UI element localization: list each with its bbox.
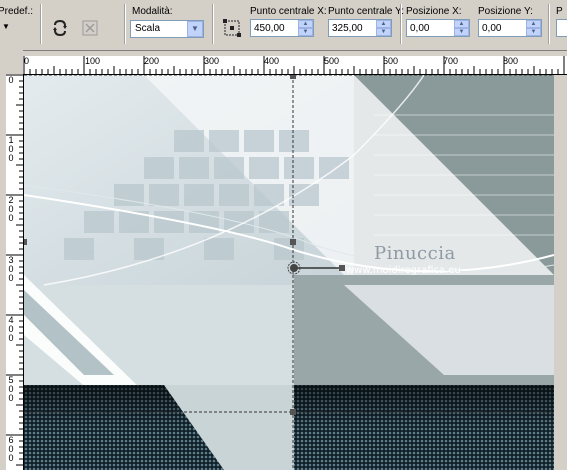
- ruler-ticks: [23, 56, 565, 74]
- ruler-label: 500: [324, 56, 340, 66]
- pos-x-label: Posizione X:: [406, 6, 462, 17]
- separator: [124, 4, 125, 44]
- ruler-label: 200: [144, 56, 160, 66]
- pos-y-field[interactable]: ▲▼: [478, 19, 542, 37]
- ruler-label: 1 0 0: [8, 135, 14, 163]
- center-y-field[interactable]: ▲▼: [328, 19, 392, 37]
- ruler-label: 700: [443, 56, 459, 66]
- pivot-point[interactable]: [290, 264, 298, 272]
- pos-x-input[interactable]: [407, 20, 456, 36]
- pos-x-field[interactable]: ▲▼: [406, 19, 470, 37]
- separator: [40, 4, 41, 44]
- separator: [212, 4, 213, 44]
- transform-handle[interactable]: [290, 75, 296, 79]
- preset-label: Predef.:: [0, 6, 34, 17]
- trailing-field[interactable]: [556, 19, 567, 37]
- ruler-label: 100: [85, 56, 101, 66]
- ruler-corner: [0, 50, 23, 66]
- center-x-label: Punto centrale X:: [250, 6, 327, 17]
- trailing-label: P: [556, 6, 563, 17]
- spin-up-icon[interactable]: ▲: [526, 20, 541, 28]
- spin-down-icon[interactable]: ▼: [376, 28, 391, 36]
- spin-down-icon[interactable]: ▼: [298, 28, 313, 36]
- center-y-label: Punto centrale Y:: [328, 6, 404, 17]
- ruler-label: 5 0 0: [8, 375, 14, 403]
- vertical-ruler: 0 1 0 0 2 0 0 3 0 0 4 0 0 5 0 0 6 0 0: [6, 74, 24, 470]
- transform-handle[interactable]: [290, 239, 296, 245]
- ruler-label: 3 0 0: [8, 255, 14, 283]
- artwork: [24, 75, 554, 470]
- separator: [400, 4, 401, 44]
- mode-label: Modalità:: [132, 6, 173, 17]
- image-canvas[interactable]: Pinuccia www.moidiregrafica.eu: [24, 75, 554, 470]
- spin-down-icon[interactable]: ▼: [454, 28, 469, 36]
- spin-up-icon[interactable]: ▲: [454, 20, 469, 28]
- ruler-label: 800: [503, 56, 519, 66]
- rotation-handle[interactable]: [339, 265, 345, 271]
- ruler-label: 300: [204, 56, 220, 66]
- mode-select[interactable]: Scala ▼: [130, 20, 204, 38]
- watermark-title: Pinuccia: [374, 243, 456, 264]
- preset-dropdown-arrow[interactable]: ▼: [2, 22, 10, 31]
- ruler-label: 0: [24, 56, 30, 66]
- pos-y-label: Posizione Y:: [478, 6, 533, 17]
- ruler-label: 6 0 0: [8, 435, 14, 463]
- cancel-transform-icon[interactable]: [80, 18, 100, 38]
- center-y-input[interactable]: [329, 20, 378, 36]
- ruler-label: 0: [8, 75, 14, 85]
- pos-y-input[interactable]: [479, 20, 528, 36]
- spin-down-icon[interactable]: ▼: [526, 28, 541, 36]
- mode-select-value: Scala: [135, 23, 161, 34]
- transform-handle[interactable]: [24, 239, 27, 245]
- toolbar: Predef.: ▼ Modalità: Scala ▼ Punto centr…: [0, 0, 567, 51]
- center-x-input[interactable]: [251, 20, 300, 36]
- vertical-scrollbar[interactable]: [554, 75, 567, 470]
- ruler-label: 4 0 0: [8, 315, 14, 343]
- center-x-field[interactable]: ▲▼: [250, 19, 314, 37]
- spin-up-icon[interactable]: ▲: [376, 20, 391, 28]
- transform-handle[interactable]: [290, 409, 296, 415]
- ruler-label: 600: [383, 56, 399, 66]
- ruler-label: 2 0 0: [8, 195, 14, 223]
- spin-up-icon[interactable]: ▲: [298, 20, 313, 28]
- ruler-label: 400: [264, 56, 280, 66]
- center-point-icon[interactable]: [222, 18, 242, 38]
- watermark-url: www.moidiregrafica.eu: [346, 265, 461, 276]
- chevron-down-icon[interactable]: ▼: [187, 21, 203, 37]
- horizontal-ruler: 0 100 200 300 400 500 600 700 800: [23, 56, 567, 75]
- reset-icon[interactable]: [50, 18, 70, 38]
- separator: [548, 4, 549, 44]
